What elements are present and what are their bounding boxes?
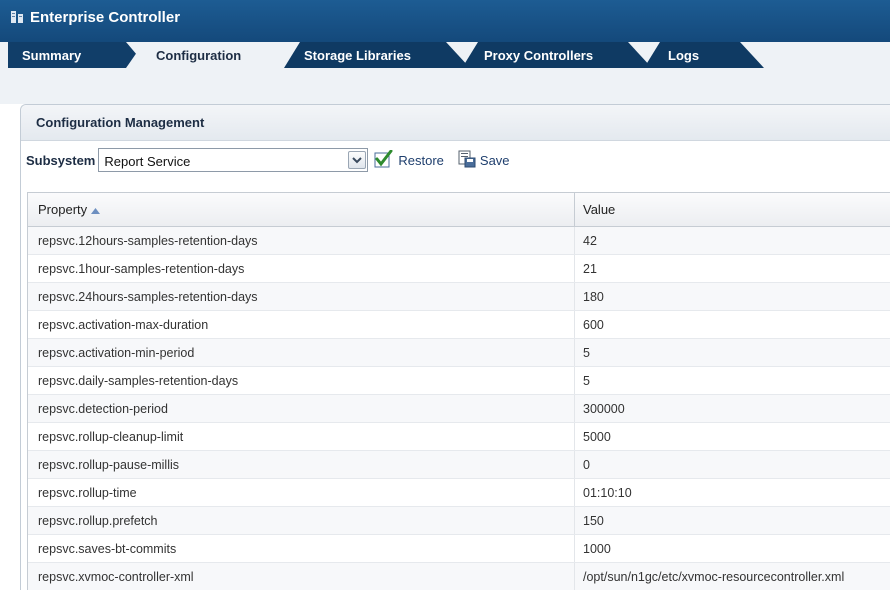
app-header: Enterprise Controller Summary Configurat… — [0, 0, 890, 68]
property-cell: repsvc.24hours-samples-retention-days — [28, 283, 575, 310]
tab-storage-libraries-label: Storage Libraries — [304, 47, 411, 63]
table-row[interactable]: repsvc.rollup-time 01:10:10 — [28, 479, 890, 507]
restore-label: Restore — [398, 152, 444, 168]
tab-proxy-controllers-label: Proxy Controllers — [484, 47, 594, 63]
tab-logs-label: Logs — [668, 47, 700, 63]
property-cell: repsvc.rollup-time — [28, 479, 575, 506]
table-row[interactable]: repsvc.detection-period 300000 — [28, 395, 890, 423]
app-title: Enterprise Controller — [10, 6, 180, 28]
table-header: Property Value — [28, 193, 890, 227]
tab-summary-label: Summary — [22, 47, 82, 63]
table-row[interactable]: repsvc.rollup.prefetch 150 — [28, 507, 890, 535]
value-cell[interactable]: 180 — [575, 283, 890, 310]
value-cell[interactable]: 600 — [575, 311, 890, 338]
property-cell: repsvc.daily-samples-retention-days — [28, 367, 575, 394]
property-cell: repsvc.detection-period — [28, 395, 575, 422]
tab-storage-libraries[interactable]: Storage Libraries — [284, 42, 470, 68]
tab-configuration-label: Configuration — [156, 47, 242, 63]
property-cell: repsvc.saves-bt-commits — [28, 535, 575, 562]
table-row[interactable]: repsvc.saves-bt-commits 1000 — [28, 535, 890, 563]
subsystem-label: Subsystem — [26, 152, 96, 168]
title-bar: Enterprise Controller — [0, 0, 890, 42]
panel-title: Configuration Management — [36, 115, 205, 130]
value-cell[interactable]: 5000 — [575, 423, 890, 450]
column-header-value[interactable]: Value — [575, 193, 890, 226]
value-cell[interactable]: /opt/sun/n1gc/etc/xvmoc-resourcecontroll… — [575, 563, 890, 590]
sort-ascending-icon — [91, 202, 101, 217]
value-cell[interactable]: 0 — [575, 451, 890, 478]
toolbar: Subsystem Report Service Restore Save — [26, 147, 510, 173]
column-header-value-label: Value — [583, 202, 616, 217]
table-row[interactable]: repsvc.12hours-samples-retention-days 42 — [28, 227, 890, 255]
check-icon — [374, 149, 394, 171]
value-cell[interactable]: 21 — [575, 255, 890, 282]
save-label: Save — [479, 152, 510, 168]
value-cell[interactable]: 5 — [575, 367, 890, 394]
value-cell[interactable]: 150 — [575, 507, 890, 534]
tab-logs[interactable]: Logs — [644, 42, 764, 68]
panel-header: Configuration Management — [21, 105, 890, 141]
column-header-property[interactable]: Property — [28, 193, 575, 226]
content-band — [0, 68, 890, 104]
value-cell[interactable]: 01:10:10 — [575, 479, 890, 506]
property-cell: repsvc.rollup-pause-millis — [28, 451, 575, 478]
table-row[interactable]: repsvc.activation-max-duration 600 — [28, 311, 890, 339]
subsystem-select[interactable]: Report Service — [98, 148, 369, 172]
property-cell: repsvc.rollup.prefetch — [28, 507, 575, 534]
restore-button[interactable]: Restore — [374, 149, 444, 171]
value-cell[interactable]: 300000 — [575, 395, 890, 422]
table-row[interactable]: repsvc.activation-min-period 5 — [28, 339, 890, 367]
property-cell: repsvc.xvmoc-controller-xml — [28, 563, 575, 590]
table-row[interactable]: repsvc.xvmoc-controller-xml/opt/sun/n1gc… — [28, 563, 890, 590]
value-cell[interactable]: 42 — [575, 227, 890, 254]
table-row[interactable]: repsvc.rollup-cleanup-limit 5000 — [28, 423, 890, 451]
table-row[interactable]: repsvc.24hours-samples-retention-days 180 — [28, 283, 890, 311]
column-header-property-label: Property — [38, 202, 88, 217]
save-icon — [458, 150, 476, 171]
properties-table: Property Value repsvc.12hours-samples-re… — [27, 192, 890, 590]
subsystem-select-value: Report Service — [104, 154, 191, 169]
save-button[interactable]: Save — [458, 150, 510, 171]
chevron-down-icon[interactable] — [348, 151, 367, 169]
value-cell[interactable]: 5 — [575, 339, 890, 366]
value-cell[interactable]: 1000 — [575, 535, 890, 562]
property-cell: repsvc.12hours-samples-retention-days — [28, 227, 575, 254]
property-cell: repsvc.1hour-samples-retention-days — [28, 255, 575, 282]
table-row[interactable]: repsvc.1hour-samples-retention-days 21 — [28, 255, 890, 283]
server-icon — [10, 10, 24, 24]
table-row[interactable]: repsvc.daily-samples-retention-days 5 — [28, 367, 890, 395]
app-title-text: Enterprise Controller — [30, 8, 181, 26]
property-cell: repsvc.activation-max-duration — [28, 311, 575, 338]
table-body: repsvc.12hours-samples-retention-days 42 r… — [28, 227, 890, 590]
tab-configuration[interactable]: Configuration — [126, 42, 298, 68]
property-cell: repsvc.activation-min-period — [28, 339, 575, 366]
property-cell: repsvc.rollup-cleanup-limit — [28, 423, 575, 450]
tab-proxy-controllers[interactable]: Proxy Controllers — [462, 42, 652, 68]
table-row[interactable]: repsvc.rollup-pause-millis 0 — [28, 451, 890, 479]
